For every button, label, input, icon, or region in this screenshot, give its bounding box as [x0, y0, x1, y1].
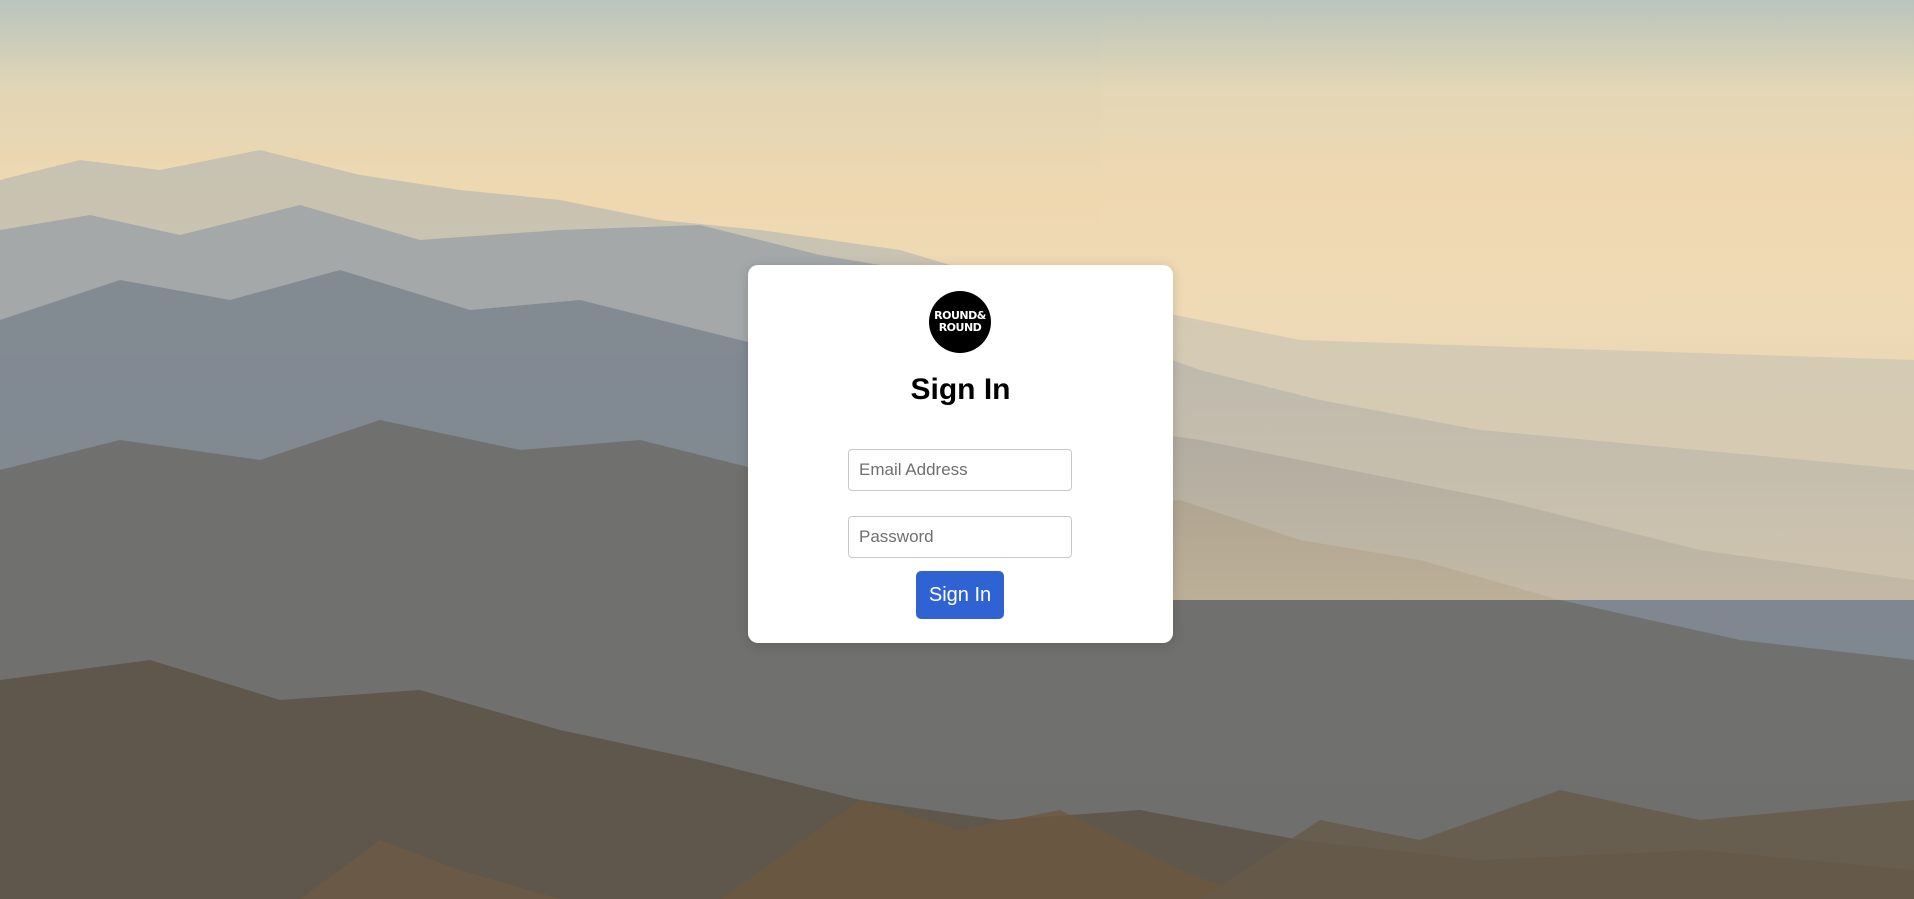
- sign-in-card: ROUND& ROUND Sign In Sign In: [748, 265, 1173, 643]
- sign-in-button[interactable]: Sign In: [916, 571, 1004, 619]
- logo-text-line2: ROUND: [938, 321, 982, 334]
- password-field[interactable]: [848, 516, 1072, 558]
- round-and-round-logo: ROUND& ROUND: [929, 291, 991, 353]
- page-title: Sign In: [910, 373, 1011, 406]
- email-field[interactable]: [848, 449, 1072, 491]
